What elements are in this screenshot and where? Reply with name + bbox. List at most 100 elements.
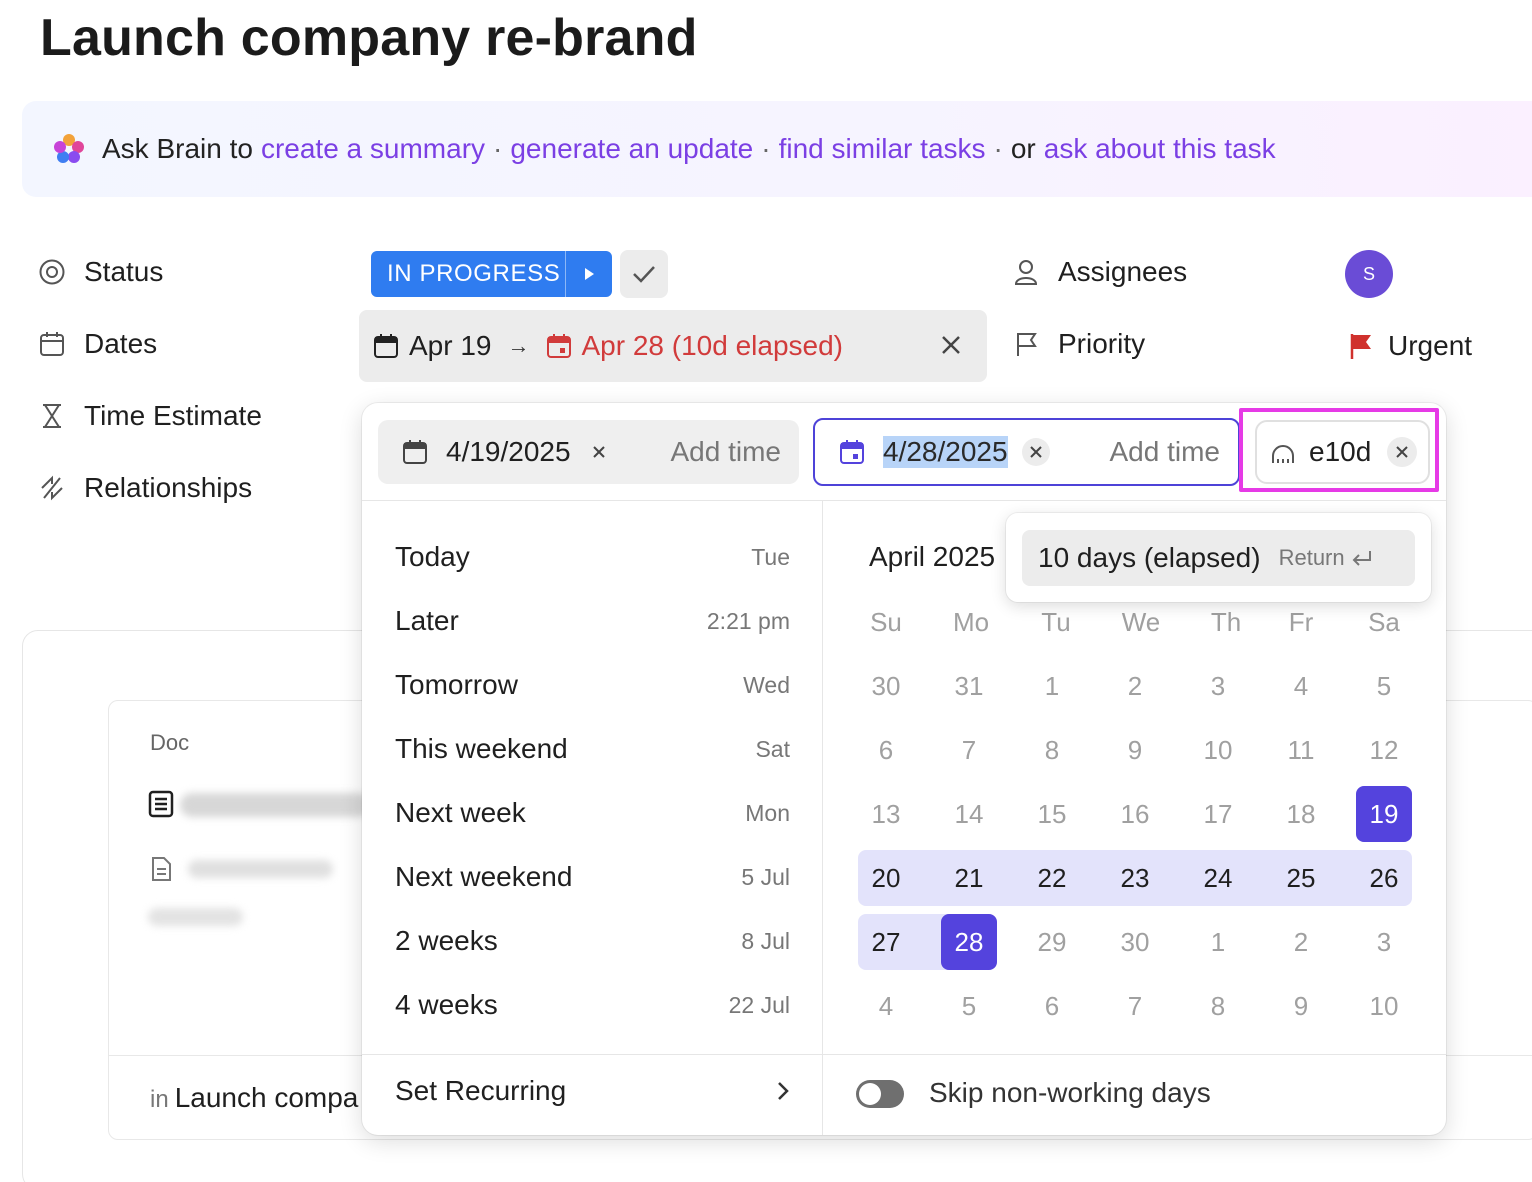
calendar-day[interactable]: 18 (1273, 786, 1329, 842)
doc-label: Doc (150, 730, 190, 755)
duration-icon (1272, 445, 1294, 463)
duration-field[interactable]: e10d (1255, 420, 1430, 484)
weekday-header: We (1121, 607, 1161, 637)
calendar-day[interactable]: 17 (1190, 786, 1246, 842)
clear-dates-icon[interactable] (939, 332, 963, 364)
document-icon (148, 790, 174, 818)
create-summary-link[interactable]: create a summary (261, 133, 485, 165)
find-similar-tasks-link[interactable]: find similar tasks (779, 133, 986, 165)
clear-start-date-icon[interactable] (585, 438, 613, 466)
quick-option-later[interactable]: Later 2:21 pm (395, 605, 790, 637)
blurred-doc-title (180, 793, 370, 817)
next-status-icon[interactable] (565, 251, 612, 297)
dates-bar[interactable]: Apr 19 → Apr 28 (10d elapsed) (359, 310, 987, 382)
brain-prefix: Ask Brain to (102, 133, 253, 164)
calendar-day[interactable]: 6 (1024, 978, 1080, 1034)
calendar-day[interactable]: 7 (941, 722, 997, 778)
calendar-day[interactable]: 3 (1190, 658, 1246, 714)
calendar-day[interactable]: 25 (1273, 850, 1329, 906)
quick-option-hint: 5 Jul (741, 863, 790, 890)
quick-option-label: 4 weeks (395, 989, 498, 1020)
status-icon (38, 258, 66, 286)
location-link[interactable]: Launch compa (175, 1082, 359, 1113)
due-date-input[interactable]: 4/28/2025 (883, 436, 1008, 468)
weekday-header: Sa (1368, 607, 1400, 637)
calendar-day[interactable]: 9 (1107, 722, 1163, 778)
calendar-day[interactable]: 19 (1356, 786, 1412, 842)
quick-option-label: Later (395, 605, 459, 636)
calendar-day[interactable]: 2 (1107, 658, 1163, 714)
calendar-day[interactable]: 8 (1190, 978, 1246, 1034)
calendar-day[interactable]: 1 (1024, 658, 1080, 714)
calendar-day[interactable]: 15 (1024, 786, 1080, 842)
calendar-day[interactable]: 10 (1356, 978, 1412, 1034)
clear-duration-icon[interactable] (1387, 437, 1418, 467)
calendar-day[interactable]: 7 (1107, 978, 1163, 1034)
quick-option-tomorrow[interactable]: Tomorrow Wed (395, 669, 790, 701)
calendar-day[interactable]: 4 (1273, 658, 1329, 714)
priority-value-label: Urgent (1388, 330, 1473, 361)
task-title[interactable]: Launch company re-brand (40, 8, 698, 68)
footer-divider (362, 1054, 1446, 1055)
calendar-day[interactable]: 3 (1356, 914, 1412, 970)
weekday-header: Mo (952, 607, 990, 637)
calendar-day[interactable]: 1 (1190, 914, 1246, 970)
calendar-day[interactable]: 28 (941, 914, 997, 970)
quick-option-this-weekend[interactable]: This weekend Sat (395, 733, 790, 765)
quick-option-next-week[interactable]: Next week Mon (395, 797, 790, 829)
calendar-day[interactable]: 24 (1190, 850, 1246, 906)
ask-about-task-link[interactable]: ask about this task (1044, 133, 1276, 165)
duration-input[interactable]: e10d (1309, 436, 1371, 468)
priority-value[interactable]: Urgent (1348, 330, 1472, 362)
calendar-day[interactable]: 27 (858, 914, 914, 970)
calendar-day[interactable]: 20 (858, 850, 914, 906)
calendar-day[interactable]: 11 (1273, 722, 1329, 778)
quick-option-label: Next weekend (395, 861, 573, 892)
calendar-day[interactable]: 8 (1024, 722, 1080, 778)
priority-property: Priority (1012, 328, 1145, 360)
calendar-month-title: April 2025 (869, 541, 996, 572)
generate-update-link[interactable]: generate an update (510, 133, 753, 165)
calendar-day[interactable]: 23 (1107, 850, 1163, 906)
due-add-time-button[interactable]: Add time (1110, 436, 1221, 468)
calendar-day[interactable]: 14 (941, 786, 997, 842)
complete-status-button[interactable] (620, 250, 668, 298)
start-add-time-button[interactable]: Add time (671, 436, 782, 468)
dates-label: Dates (84, 328, 158, 359)
clear-due-date-icon[interactable] (1021, 438, 1050, 466)
quick-option-today[interactable]: Today Tue (395, 541, 790, 573)
calendar-day[interactable]: 26 (1356, 850, 1412, 906)
quick-option-hint: Sat (755, 735, 790, 762)
calendar-day[interactable]: 5 (1356, 658, 1412, 714)
due-date-field[interactable]: 4/28/2025 Add time (813, 418, 1240, 486)
calendar-day[interactable]: 30 (858, 658, 914, 714)
assignees-property: Assignees (1012, 256, 1187, 288)
calendar-day[interactable]: 10 (1190, 722, 1246, 778)
calendar-day[interactable]: 22 (1024, 850, 1080, 906)
set-recurring-button[interactable]: Set Recurring (395, 1075, 790, 1107)
quick-option-4-weeks[interactable]: 4 weeks 22 Jul (395, 989, 790, 1021)
duration-suggestion-option[interactable]: 10 days (elapsed) Return (1022, 530, 1415, 586)
calendar-day[interactable]: 30 (1107, 914, 1163, 970)
status-button[interactable]: IN PROGRESS (371, 251, 612, 297)
calendar-day[interactable]: 6 (858, 722, 914, 778)
status-property: Status (38, 256, 163, 288)
calendar-day[interactable]: 12 (1356, 722, 1412, 778)
calendar-day[interactable]: 9 (1273, 978, 1329, 1034)
calendar-day[interactable]: 21 (941, 850, 997, 906)
calendar-day[interactable]: 2 (1273, 914, 1329, 970)
calendar-day[interactable]: 4 (858, 978, 914, 1034)
skip-non-working-toggle[interactable] (856, 1080, 904, 1108)
calendar-day[interactable]: 13 (858, 786, 914, 842)
start-date-input[interactable]: 4/19/2025 (446, 436, 571, 468)
calendar-day[interactable]: 16 (1107, 786, 1163, 842)
assignee-avatar[interactable]: S (1345, 250, 1393, 298)
calendar-day[interactable]: 29 (1024, 914, 1080, 970)
calendar-day[interactable]: 31 (941, 658, 997, 714)
quick-option-hint: 22 Jul (728, 991, 790, 1018)
start-date-field[interactable]: 4/19/2025 Add time (378, 420, 799, 484)
quick-option-next-weekend[interactable]: Next weekend 5 Jul (395, 861, 790, 893)
calendar-day[interactable]: 5 (941, 978, 997, 1034)
return-key-icon (1352, 551, 1371, 566)
quick-option-2-weeks[interactable]: 2 weeks 8 Jul (395, 925, 790, 957)
